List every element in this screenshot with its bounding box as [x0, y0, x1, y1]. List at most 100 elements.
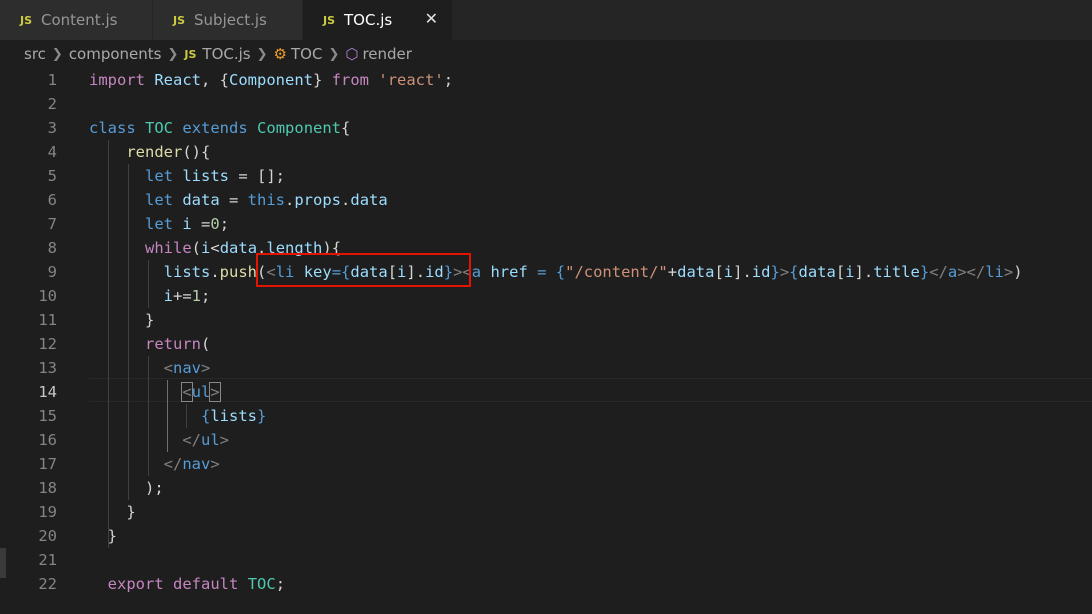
- code-line: 10 i+=1;: [0, 284, 1092, 308]
- token: 'react': [378, 71, 444, 89]
- token: >: [219, 431, 230, 449]
- token: ;: [219, 215, 230, 233]
- code-line: 22 export default TOC;: [0, 572, 1092, 596]
- token: (: [191, 239, 202, 257]
- token: export: [107, 575, 164, 593]
- code-line: 17 </nav>: [0, 452, 1092, 476]
- token: >: [201, 359, 211, 377]
- token: }: [313, 71, 332, 89]
- line-number: 10: [38, 287, 57, 305]
- token: let: [145, 215, 173, 233]
- token: =: [191, 215, 211, 233]
- token: }: [145, 311, 155, 329]
- tab-subject-js[interactable]: JS Subject.js: [153, 0, 303, 40]
- token: ): [1013, 263, 1023, 281]
- token: </: [163, 455, 183, 473]
- token: >: [1003, 263, 1014, 281]
- token: .: [341, 191, 351, 209]
- code-line: 20 }: [0, 524, 1092, 548]
- tab-label: Subject.js: [194, 11, 267, 29]
- line-number: 3: [47, 119, 57, 137]
- line-number: 12: [38, 335, 57, 353]
- token: push: [219, 263, 257, 281]
- token: >: [210, 455, 220, 473]
- token: extends: [182, 119, 248, 137]
- token: class: [89, 119, 136, 137]
- token: lists: [163, 263, 211, 281]
- line-number: 6: [47, 191, 57, 209]
- token: id: [751, 263, 771, 281]
- code-line: 5 let lists = [];: [0, 164, 1092, 188]
- token: i: [182, 215, 192, 233]
- code-line: 16 </ul>: [0, 428, 1092, 452]
- token: lists: [182, 167, 230, 185]
- chevron-right-icon: ❯: [256, 46, 268, 62]
- breadcrumb-src[interactable]: src: [24, 45, 46, 63]
- token: this: [247, 191, 285, 209]
- code-line: 1 import React, {Component} from 'react'…: [0, 68, 1092, 92]
- token: ;: [443, 71, 454, 89]
- chevron-right-icon: ❯: [51, 46, 63, 62]
- line-number: 16: [38, 431, 57, 449]
- code-line-active: 14 <ul>: [0, 380, 1092, 404]
- token: data: [677, 263, 715, 281]
- token: i: [163, 287, 173, 305]
- code-line: 3 class TOC extends Component{: [0, 116, 1092, 140]
- token: 0: [210, 215, 220, 233]
- token: data: [798, 263, 836, 281]
- token: +=: [173, 287, 192, 305]
- breadcrumb-class[interactable]: TOC: [291, 45, 322, 63]
- token: i: [201, 239, 211, 257]
- code-line: 15 {lists}: [0, 404, 1092, 428]
- token: TOC: [145, 119, 174, 137]
- token: "/content/": [565, 263, 668, 281]
- close-icon[interactable]: ✕: [425, 9, 438, 28]
- token: TOC: [247, 575, 276, 593]
- javascript-file-icon: JS: [323, 13, 336, 27]
- token: <: [181, 382, 193, 402]
- tab-content-js[interactable]: JS Content.js: [0, 0, 153, 40]
- line-number: 19: [38, 503, 57, 521]
- token: </: [182, 431, 201, 449]
- token: while: [145, 239, 192, 257]
- tab-toc-js[interactable]: JS TOC.js ✕: [303, 0, 453, 40]
- token: a: [947, 263, 958, 281]
- token: href: [490, 263, 528, 281]
- token: }: [126, 503, 136, 521]
- token: nav: [173, 359, 201, 377]
- line-number: 21: [38, 551, 57, 569]
- code-editor[interactable]: 1 import React, {Component} from 'react'…: [0, 68, 1092, 614]
- token: );: [145, 479, 164, 497]
- token: <: [210, 239, 220, 257]
- token: {: [341, 119, 351, 137]
- line-number: 9: [47, 263, 57, 281]
- annotation-highlight-box: [256, 253, 471, 287]
- line-number: 15: [38, 407, 57, 425]
- token: {: [789, 263, 799, 281]
- code-line: 21: [0, 548, 1092, 572]
- token: </: [929, 263, 948, 281]
- token: ul: [201, 431, 220, 449]
- breadcrumb-components[interactable]: components: [69, 45, 162, 63]
- token: >: [779, 263, 790, 281]
- code-line: 6 let data = this.props.data: [0, 188, 1092, 212]
- code-line: 8 while(i<data.length){: [0, 236, 1092, 260]
- code-line: 12 return(: [0, 332, 1092, 356]
- token: let: [145, 167, 173, 185]
- token: title: [873, 263, 920, 281]
- breadcrumb: src ❯ components ❯ JS TOC.js ❯ ⚙ TOC ❯ ⬡…: [0, 40, 1092, 68]
- token: li: [985, 263, 1004, 281]
- token: ;: [201, 287, 211, 305]
- token: }: [257, 407, 267, 425]
- token: }: [107, 527, 118, 545]
- token: .: [210, 263, 220, 281]
- token: = [];: [229, 167, 286, 185]
- token: Component: [229, 71, 314, 89]
- chevron-right-icon: ❯: [167, 46, 179, 62]
- token: (: [201, 335, 211, 353]
- line-number: 17: [38, 455, 57, 473]
- token: ].: [854, 263, 874, 281]
- token: ></: [957, 263, 986, 281]
- breadcrumb-file[interactable]: TOC.js: [202, 45, 250, 63]
- breadcrumb-method[interactable]: render: [362, 45, 412, 63]
